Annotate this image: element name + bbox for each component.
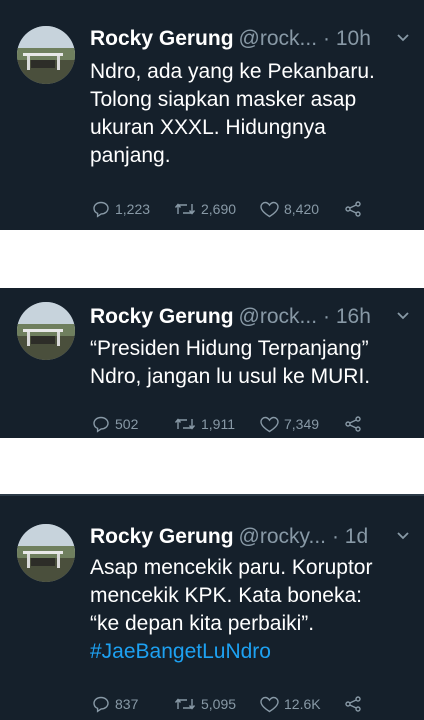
like-button[interactable]: 12.6K <box>260 696 344 713</box>
chevron-down-icon[interactable] <box>396 30 410 49</box>
action-bar: 837 5,095 12.6K <box>92 694 367 714</box>
retweet-button[interactable]: 5,095 <box>174 696 260 712</box>
like-count: 8,420 <box>284 201 320 217</box>
reply-icon <box>93 416 109 433</box>
avatar[interactable] <box>17 26 75 84</box>
share-icon <box>345 416 361 432</box>
avatar[interactable] <box>17 524 75 582</box>
like-count: 7,349 <box>284 416 320 432</box>
screenshot-page: Rocky Gerung @rock... · 10h Ndro, ada ya… <box>0 0 424 720</box>
tweet-text-line: Tolong siapkan masker asap <box>90 88 357 111</box>
action-bar: 1,223 2,690 8,420 <box>92 199 367 219</box>
action-bar: 502 1,911 7,349 <box>92 414 367 434</box>
retweet-button[interactable]: 2,690 <box>174 201 260 217</box>
tweet-time[interactable]: · 1d <box>332 525 368 549</box>
like-button[interactable]: 8,420 <box>260 201 344 218</box>
tweet-text-line: “Presiden Hidung Terpanjang” <box>90 337 369 360</box>
reply-button[interactable]: 502 <box>92 415 174 433</box>
tweet-text: Ndro, ada yang ke Pekanbaru. Tolong siap… <box>90 58 410 170</box>
gap-divider <box>0 438 424 496</box>
author-name[interactable]: Rocky Gerung <box>90 27 234 51</box>
tweet-text-line: mencekik KPK. Kata boneka: <box>90 584 362 607</box>
retweet-count: 1,911 <box>201 416 235 432</box>
tweet-text-line: panjang. <box>90 144 171 167</box>
author-handle[interactable]: @rocky... <box>239 525 326 549</box>
retweet-count: 2,690 <box>201 201 237 217</box>
like-count: 12.6K <box>284 696 321 712</box>
tweet-header: Rocky Gerung @rock... · 10h <box>90 26 414 52</box>
reply-count: 502 <box>115 416 139 432</box>
reply-button[interactable]: 1,223 <box>92 200 174 218</box>
share-icon <box>345 201 361 217</box>
like-button[interactable]: 7,349 <box>260 416 344 433</box>
reply-icon <box>93 201 109 218</box>
reply-button[interactable]: 837 <box>92 695 174 713</box>
reply-count: 837 <box>115 696 139 712</box>
like-icon <box>260 416 279 432</box>
author-name[interactable]: Rocky Gerung <box>90 525 234 549</box>
gap-divider <box>0 230 424 288</box>
retweet-icon <box>174 203 196 215</box>
tweet-text-line: Ndro, ada yang ke Pekanbaru. <box>90 60 375 83</box>
tweet-1[interactable]: Rocky Gerung @rock... · 10h Ndro, ada ya… <box>0 0 424 230</box>
like-icon <box>260 696 279 712</box>
reply-icon <box>93 696 109 713</box>
tweet-text-line: Asap mencekik paru. Koruptor <box>90 556 373 579</box>
retweet-icon <box>174 418 196 430</box>
tweet-text: “Presiden Hidung Terpanjang” Ndro, janga… <box>90 335 410 391</box>
retweet-button[interactable]: 1,911 <box>174 416 260 432</box>
reply-count: 1,223 <box>115 201 151 217</box>
avatar[interactable] <box>17 302 75 360</box>
like-icon <box>260 201 279 217</box>
chevron-down-icon[interactable] <box>396 308 410 327</box>
chevron-down-icon[interactable] <box>396 528 410 547</box>
tweet-text: Asap mencekik paru. Koruptor mencekik KP… <box>90 554 410 666</box>
retweet-icon <box>174 698 196 710</box>
share-icon <box>345 696 361 712</box>
share-button[interactable] <box>344 696 367 712</box>
author-handle[interactable]: @rock... <box>239 27 318 51</box>
tweet-time[interactable]: · 10h <box>323 27 371 51</box>
tweet-text-line: ukuran XXXL. Hidungnya <box>90 116 326 139</box>
hashtag-link[interactable]: #JaeBangetLuNdro <box>90 638 410 666</box>
retweet-count: 5,095 <box>201 696 237 712</box>
tweet-header: Rocky Gerung @rocky... · 1d <box>90 524 414 550</box>
author-handle[interactable]: @rock... <box>239 305 318 329</box>
tweet-2[interactable]: Rocky Gerung @rock... · 16h “Presiden Hi… <box>0 288 424 438</box>
tweet-3[interactable]: Rocky Gerung @rocky... · 1d Asap menceki… <box>0 496 424 720</box>
tweet-text-line: “ke depan kita perbaiki”. <box>90 612 315 635</box>
tweet-time[interactable]: · 16h <box>323 305 371 329</box>
tweet-text-line: Ndro, jangan lu usul ke MURI. <box>90 365 371 388</box>
share-button[interactable] <box>344 416 367 432</box>
author-name[interactable]: Rocky Gerung <box>90 305 234 329</box>
share-button[interactable] <box>344 201 367 217</box>
tweet-header: Rocky Gerung @rock... · 16h <box>90 304 414 330</box>
